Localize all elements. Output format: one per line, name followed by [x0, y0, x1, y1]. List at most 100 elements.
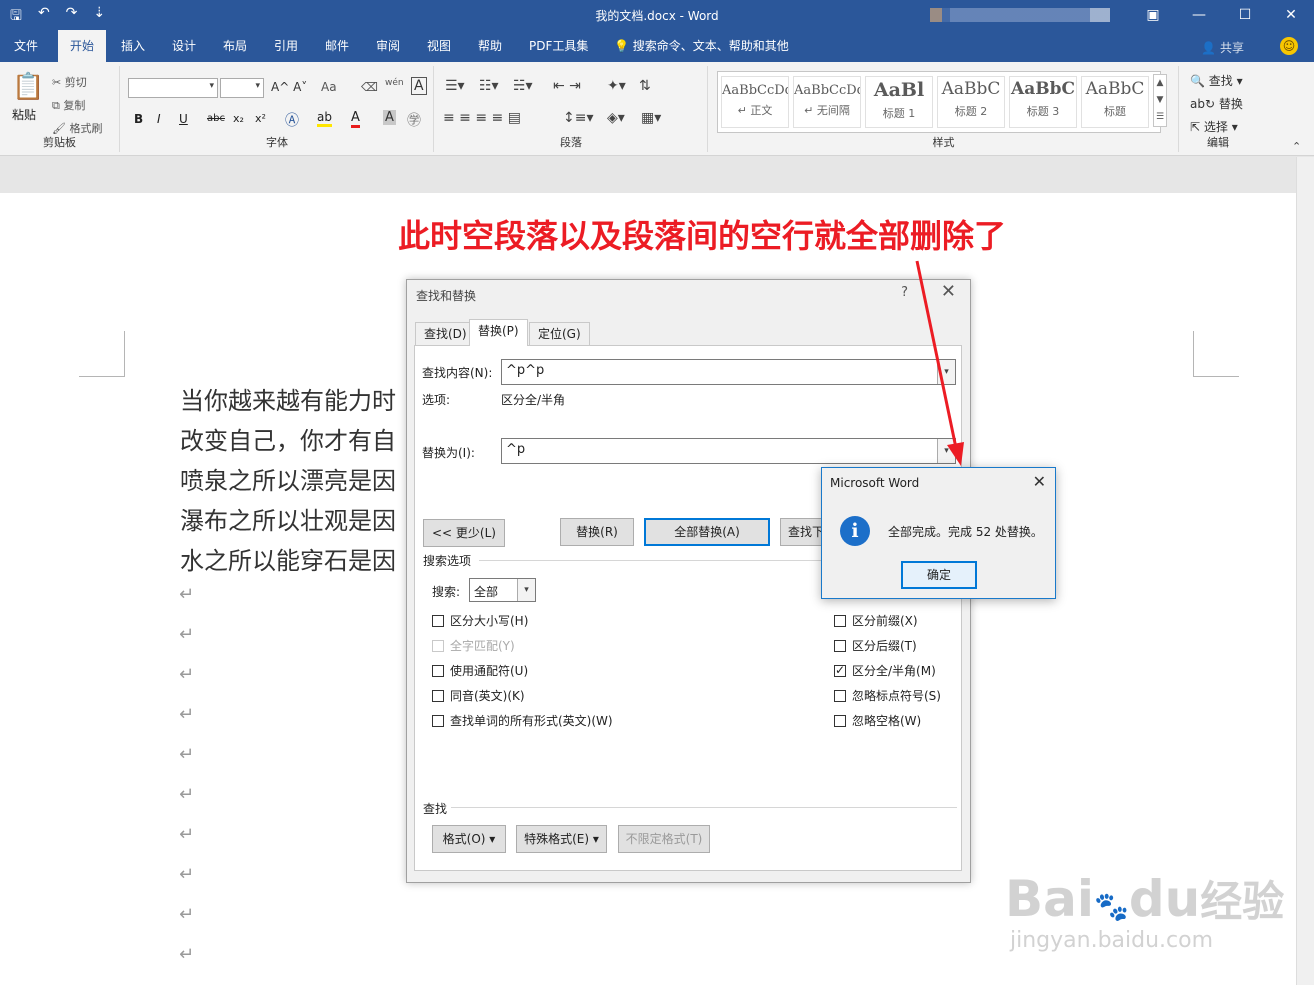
char-shading-icon[interactable]: A	[383, 110, 396, 125]
char-border-button[interactable]: A	[411, 77, 427, 95]
font-color-icon[interactable]: A	[351, 110, 360, 128]
paragraph-mark: ↵	[179, 944, 195, 965]
phonetic-guide-button[interactable]: wén	[385, 78, 404, 88]
restore-ribbon-icon[interactable]: ▣	[1130, 0, 1176, 30]
highlight-icon[interactable]: ab	[317, 110, 332, 127]
collapse-ribbon-icon[interactable]: ⌃	[1292, 140, 1301, 153]
paragraph-mark: ↵	[179, 824, 195, 845]
style-heading-3[interactable]: AaBbC 标题 3	[1009, 76, 1077, 128]
tab-replace[interactable]: 替换(P)	[469, 319, 528, 346]
style-heading-1[interactable]: AaBl 标题 1	[865, 76, 933, 128]
match-case-checkbox[interactable]: 区分大小写(H)	[432, 612, 528, 629]
tell-me-box[interactable]: 💡 搜索命令、文本、帮助和其他	[602, 30, 801, 62]
search-direction-select[interactable]: 全部 ▾	[469, 578, 536, 602]
dialog-close-icon[interactable]: ✕	[941, 281, 956, 302]
close-icon[interactable]: ✕	[1268, 0, 1314, 30]
share-button[interactable]: 👤 共享	[1201, 39, 1244, 56]
tab-pdf-tools[interactable]: PDF工具集	[517, 30, 600, 62]
doc-line-3: 喷泉之所以漂亮是因	[180, 467, 396, 495]
match-suffix-checkbox[interactable]: 区分后缀(T)	[834, 637, 917, 654]
find-button[interactable]: 🔍 查找 ▾	[1190, 72, 1243, 89]
tab-file[interactable]: 文件	[2, 30, 50, 62]
style-no-spacing[interactable]: AaBbCcDd ↵ 无间隔	[793, 76, 861, 128]
replace-button[interactable]: 替换(R)	[560, 518, 634, 546]
paragraph-mark: ↵	[179, 744, 195, 765]
styles-scroll-icon[interactable]: ▲ ▼ ☰	[1153, 74, 1167, 127]
no-formatting-button[interactable]: 不限定格式(T)	[618, 825, 710, 853]
paste-icon[interactable]: 📋	[12, 72, 44, 102]
replace-button[interactable]: ab↻ 替换	[1190, 95, 1243, 112]
paragraph-mark: ↵	[179, 864, 195, 885]
line-spacing-icon[interactable]: ↕≡▾	[563, 110, 594, 126]
chinese-layout-icon[interactable]: ✦▾	[607, 78, 626, 94]
change-case-button[interactable]: Aa	[321, 80, 337, 94]
paste-button[interactable]: 粘贴	[12, 106, 36, 123]
tab-mailings[interactable]: 邮件	[313, 30, 361, 62]
match-prefix-checkbox[interactable]: 区分前缀(X)	[834, 612, 918, 629]
vertical-scrollbar[interactable]	[1296, 157, 1314, 985]
align-buttons-icon[interactable]: ≡ ≡ ≡ ≡ ▤	[443, 110, 521, 126]
enclose-char-icon[interactable]: ㊫	[407, 110, 421, 130]
format-button[interactable]: 格式(O) ▾	[432, 825, 506, 853]
borders-icon[interactable]: ▦▾	[641, 110, 661, 126]
font-size-combo[interactable]	[220, 78, 264, 98]
bullets-icon[interactable]: ☰▾	[445, 78, 465, 94]
window-title: 我的文档.docx - Word	[595, 9, 719, 23]
replace-history-dropdown-icon[interactable]: ▾	[937, 439, 955, 463]
numbering-icon[interactable]: ☷▾	[479, 78, 499, 94]
find-what-input[interactable]: ^p^p ▾	[501, 359, 956, 385]
grow-font-icon[interactable]: A^ A˅	[271, 80, 307, 94]
sort-icon[interactable]: ⇅	[639, 78, 651, 94]
strikethrough-button[interactable]: abc	[207, 113, 225, 124]
tab-view[interactable]: 视图	[415, 30, 463, 62]
less-button[interactable]: << 更少(L)	[423, 519, 505, 547]
match-width-checkbox[interactable]: 区分全/半角(M)	[834, 662, 936, 679]
feedback-smiley-icon[interactable]: ☺	[1280, 37, 1298, 55]
tab-insert[interactable]: 插入	[109, 30, 157, 62]
style-title[interactable]: AaBbC 标题	[1081, 76, 1149, 128]
tab-find[interactable]: 查找(D)	[415, 322, 476, 346]
text-effects-icon[interactable]: Ⓐ	[285, 110, 299, 130]
special-format-button[interactable]: 特殊格式(E) ▾	[516, 825, 607, 853]
tab-goto[interactable]: 定位(G)	[529, 322, 590, 346]
font-name-combo[interactable]	[128, 78, 218, 98]
chevron-down-icon: ▾	[517, 579, 535, 601]
bold-button[interactable]: B	[134, 112, 143, 126]
wildcards-checkbox[interactable]: 使用通配符(U)	[432, 662, 528, 679]
find-history-dropdown-icon[interactable]: ▾	[937, 360, 955, 384]
clear-format-icon[interactable]: ⌫	[361, 80, 378, 94]
ignore-punctuation-checkbox[interactable]: 忽略标点符号(S)	[834, 687, 941, 704]
font-group: A^ A˅ Aa ⌫ wén A B I U abc x₂ x² Ⓐ ab A …	[121, 66, 434, 152]
font-group-label: 字体	[266, 136, 288, 149]
copy-button[interactable]: ⧉ 复制	[52, 97, 85, 113]
tab-review[interactable]: 审阅	[364, 30, 412, 62]
account-area[interactable]	[930, 8, 1110, 22]
tab-help[interactable]: 帮助	[466, 30, 514, 62]
tab-design[interactable]: 设计	[160, 30, 208, 62]
sounds-like-checkbox[interactable]: 同音(英文)(K)	[432, 687, 525, 704]
underline-button[interactable]: U	[179, 112, 188, 126]
replace-with-input[interactable]: ^p ▾	[501, 438, 956, 464]
cut-button[interactable]: ✂ 剪切	[52, 74, 87, 90]
superscript-button[interactable]: x²	[255, 112, 266, 125]
help-button[interactable]: ?	[901, 285, 908, 300]
whole-word-checkbox[interactable]: 全字匹配(Y)	[432, 637, 515, 654]
subscript-button[interactable]: x₂	[233, 112, 244, 125]
italic-button[interactable]: I	[157, 112, 161, 126]
minimize-icon[interactable]: —	[1176, 0, 1222, 30]
multilevel-list-icon[interactable]: ☵▾	[513, 78, 533, 94]
style-normal[interactable]: AaBbCcDd ↵ 正文	[721, 76, 789, 128]
tab-references[interactable]: 引用	[262, 30, 310, 62]
tab-home[interactable]: 开始	[58, 30, 107, 62]
indent-icon[interactable]: ⇤ ⇥	[553, 78, 581, 94]
replace-all-button[interactable]: 全部替换(A)	[644, 518, 770, 546]
style-heading-2[interactable]: AaBbC 标题 2	[937, 76, 1005, 128]
maximize-icon[interactable]: ☐	[1222, 0, 1268, 30]
all-word-forms-checkbox[interactable]: 查找单词的所有形式(英文)(W)	[432, 712, 613, 729]
ignore-whitespace-checkbox[interactable]: 忽略空格(W)	[834, 712, 921, 729]
ok-button[interactable]: 确定	[901, 561, 977, 589]
select-button[interactable]: ⇱ 选择 ▾	[1190, 118, 1238, 135]
tab-layout[interactable]: 布局	[211, 30, 259, 62]
message-box-close-icon[interactable]: ✕	[1033, 472, 1046, 491]
shading-icon[interactable]: ◈▾	[607, 110, 625, 126]
